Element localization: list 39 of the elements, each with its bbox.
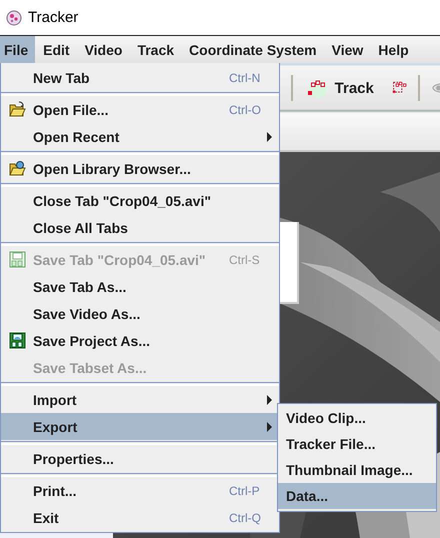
menu-item[interactable]: Exit Ctrl-Q bbox=[1, 504, 279, 531]
menu-item[interactable]: Save Tab As... bbox=[1, 273, 279, 300]
shortcut-text: Ctrl-Q bbox=[229, 510, 261, 524]
submenu-arrow-icon bbox=[267, 422, 272, 432]
app-icon bbox=[6, 10, 22, 26]
menu-item[interactable]: Print... Ctrl-P bbox=[1, 477, 279, 504]
menu-bar-item[interactable]: Coordinate System bbox=[185, 36, 324, 63]
submenu-arrow-icon bbox=[267, 394, 272, 404]
menu-item[interactable]: Open Library Browser... bbox=[1, 155, 279, 182]
menu-item[interactable]: Open Recent bbox=[1, 123, 279, 150]
menu-item[interactable]: Data... bbox=[278, 483, 436, 509]
menu-bar-item[interactable]: View bbox=[328, 36, 370, 63]
shortcut-text: Ctrl-O bbox=[229, 102, 261, 116]
menu-item[interactable]: Open File... Ctrl-O bbox=[1, 96, 279, 123]
menu-item[interactable]: Tracker File... bbox=[278, 431, 436, 457]
menu-bar-item[interactable]: Help bbox=[374, 36, 416, 63]
folder-icon bbox=[8, 101, 26, 118]
menu-item[interactable]: Properties... bbox=[1, 445, 279, 472]
menu-item[interactable]: New Tab Ctrl-N bbox=[1, 64, 279, 91]
menu-item[interactable]: Close All Tabs bbox=[1, 214, 279, 241]
menu-item[interactable]: Import bbox=[1, 386, 279, 413]
menu-item[interactable]: Video Clip... bbox=[278, 405, 436, 431]
points-icon bbox=[306, 78, 329, 98]
menu-bar-item[interactable]: File bbox=[0, 36, 36, 63]
menu-item[interactable]: Export bbox=[1, 413, 279, 440]
shortcut-text: Ctrl-N bbox=[229, 70, 260, 84]
menu-item[interactable]: Save Project As... bbox=[1, 327, 279, 354]
menu-bar-item[interactable]: Video bbox=[80, 36, 130, 63]
shortcut-text: Ctrl-P bbox=[229, 484, 260, 498]
submenu-arrow-icon bbox=[267, 132, 272, 142]
menu-item[interactable]: Save Video As... bbox=[1, 300, 279, 327]
track-button[interactable]: Track bbox=[302, 78, 378, 98]
folder-icon bbox=[8, 160, 26, 177]
menu-bar-item[interactable]: Track bbox=[133, 36, 182, 63]
shortcut-text: Ctrl-S bbox=[229, 252, 260, 266]
menu-item[interactable]: Thumbnail Image... bbox=[278, 457, 436, 483]
menu-bar-item[interactable]: Edit bbox=[39, 36, 77, 63]
menu-item[interactable]: Close Tab "Crop04_05.avi" bbox=[1, 187, 279, 214]
window-title: Tracker bbox=[28, 9, 78, 26]
